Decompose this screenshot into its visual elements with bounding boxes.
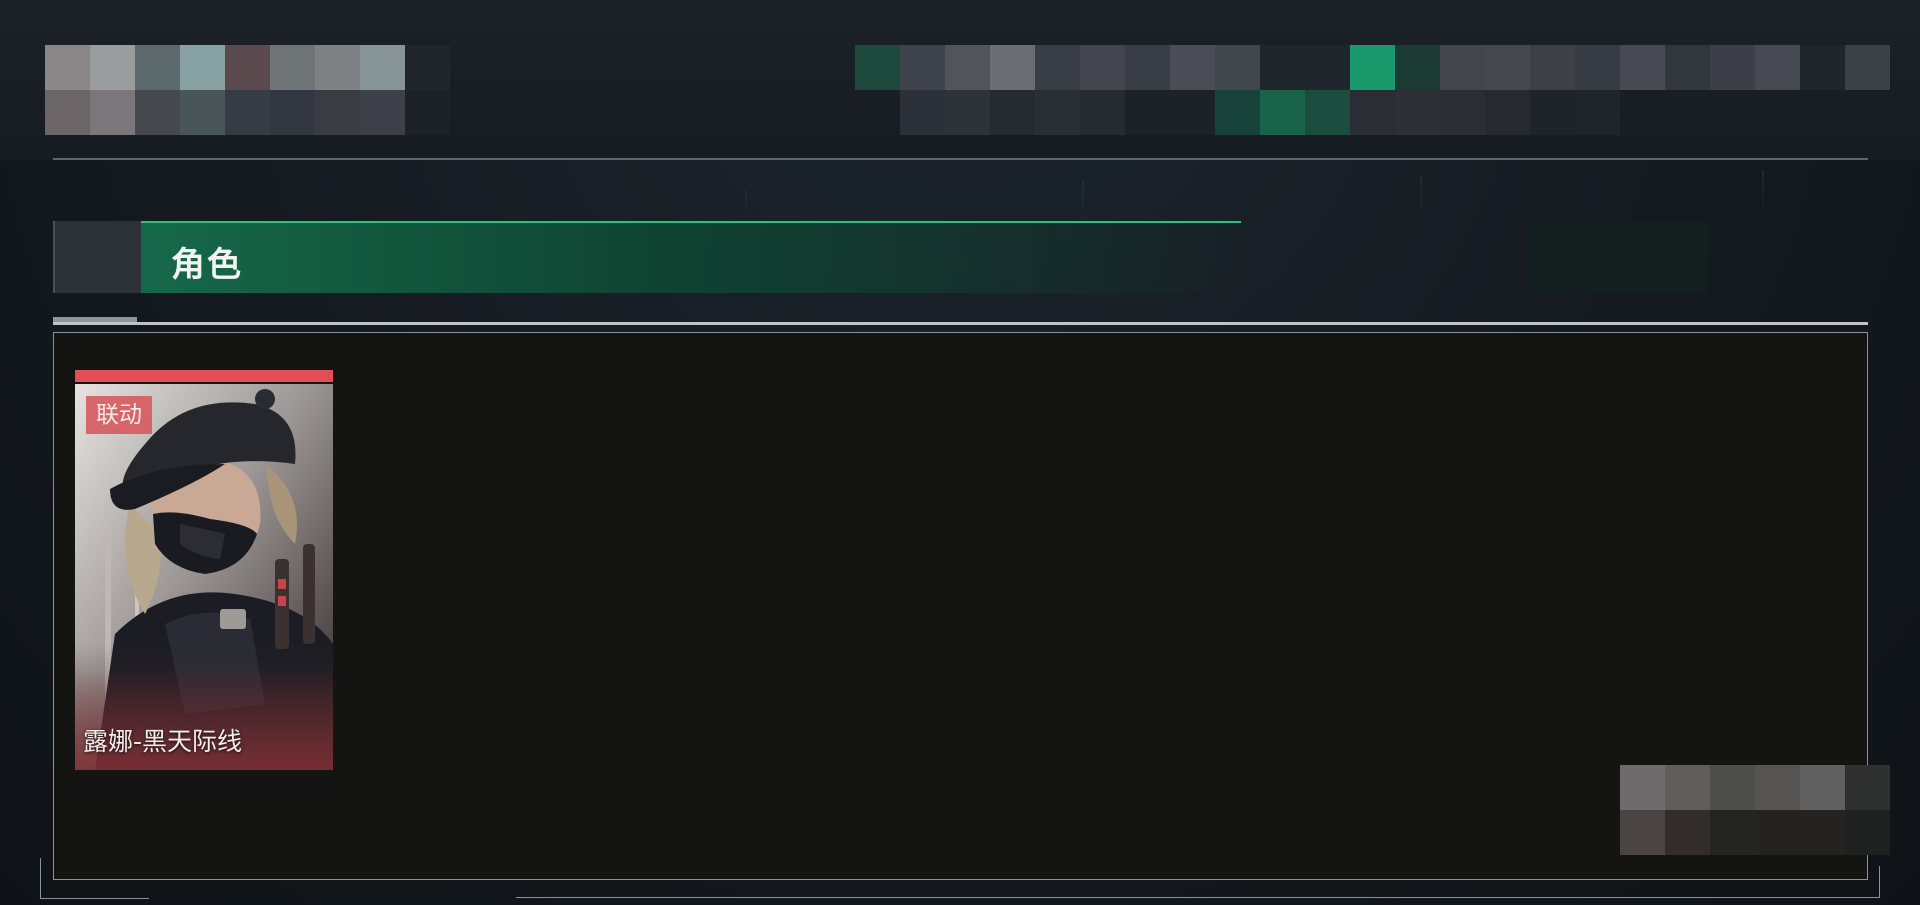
section-header-bar — [141, 221, 1241, 293]
obscured-title-mosaic — [45, 45, 450, 90]
section-header-chip — [53, 221, 143, 293]
section-header: 角色 — [53, 221, 1868, 293]
top-header — [0, 0, 1920, 160]
background-streak — [1762, 170, 1764, 215]
background-streak — [1420, 175, 1422, 220]
frame-corner — [1879, 866, 1880, 898]
background-streak — [745, 190, 747, 220]
section-underline-accent — [53, 317, 137, 322]
obscured-watermark-mosaic — [1620, 765, 1890, 855]
frame-corner — [40, 858, 149, 899]
section-underline — [53, 317, 1868, 325]
header-divider — [53, 158, 1868, 160]
rarity-bar — [75, 370, 333, 382]
obscured-subtitle-mosaic — [45, 90, 450, 135]
character-card[interactable]: 联动 露娜-黑天际线 — [75, 370, 333, 770]
obscured-tabs-mosaic — [855, 45, 1890, 90]
character-name: 露娜-黑天际线 — [83, 727, 243, 756]
obscured-tabs-mosaic-lower — [900, 90, 1620, 135]
collab-badge: 联动 — [86, 396, 152, 434]
section-title: 角色 — [171, 245, 243, 285]
page: 角色 联动 露娜-黑天际线 — [0, 0, 1920, 905]
section-header-block — [1528, 221, 1708, 293]
frame-bottom-line — [516, 897, 1880, 898]
background-streak — [1082, 180, 1084, 220]
